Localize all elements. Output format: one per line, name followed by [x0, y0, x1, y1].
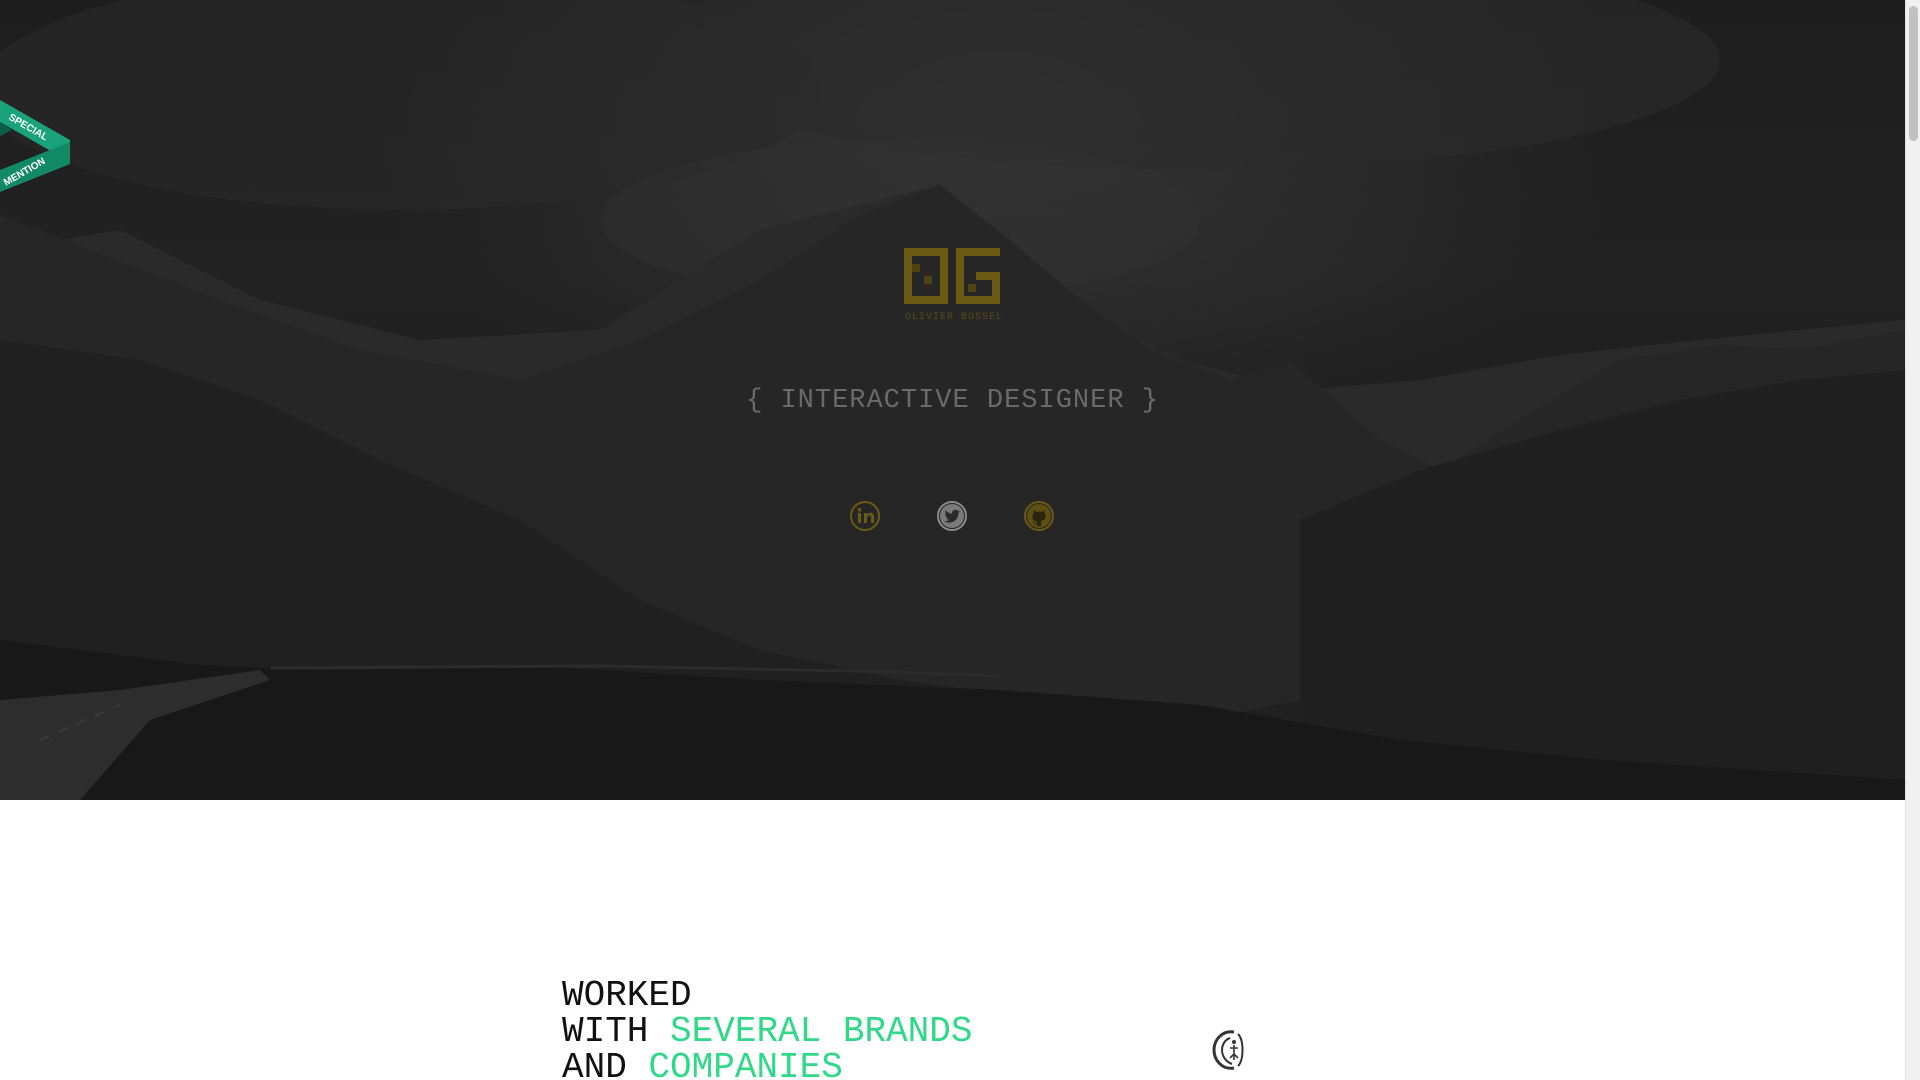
page-scrollbar[interactable]: [1905, 0, 1920, 1080]
worked-line3-prefix: AND: [562, 1047, 649, 1080]
github-link[interactable]: [1023, 500, 1055, 532]
tagline: { INTERACTIVE DESIGNER }: [746, 386, 1159, 416]
worked-with-heading: WORKED WITH SEVERAL BRANDS AND COMPANIES: [562, 978, 972, 1080]
linkedin-icon: [850, 501, 880, 531]
worked-line2: WITH SEVERAL BRANDS: [562, 1014, 972, 1050]
scrollbar-thumb[interactable]: [1909, 6, 1918, 141]
og-logo[interactable]: OLIVIER BOSSEL: [904, 248, 1002, 328]
worked-line2-prefix: WITH: [562, 1011, 671, 1052]
linkedin-link[interactable]: [849, 500, 881, 532]
twitter-link[interactable]: [936, 500, 968, 532]
worked-line3: AND COMPANIES: [562, 1050, 972, 1080]
special-mention-badge[interactable]: SPECIAL MENTION: [0, 100, 70, 210]
worked-line3-accent: COMPANIES: [648, 1047, 843, 1080]
github-icon: [1024, 501, 1054, 531]
worked-line1: WORKED: [562, 975, 692, 1016]
brand-logo-icon: [1208, 1028, 1248, 1072]
logo-subtitle: OLIVIER BOSSEL: [904, 312, 1003, 323]
twitter-icon: [937, 501, 967, 531]
og-logo-mark: [904, 248, 1000, 304]
hero-section: SPECIAL MENTION OLIVIER BOSSEL { INTERAC…: [0, 0, 1905, 800]
worked-line2-accent: SEVERAL BRANDS: [670, 1011, 973, 1052]
